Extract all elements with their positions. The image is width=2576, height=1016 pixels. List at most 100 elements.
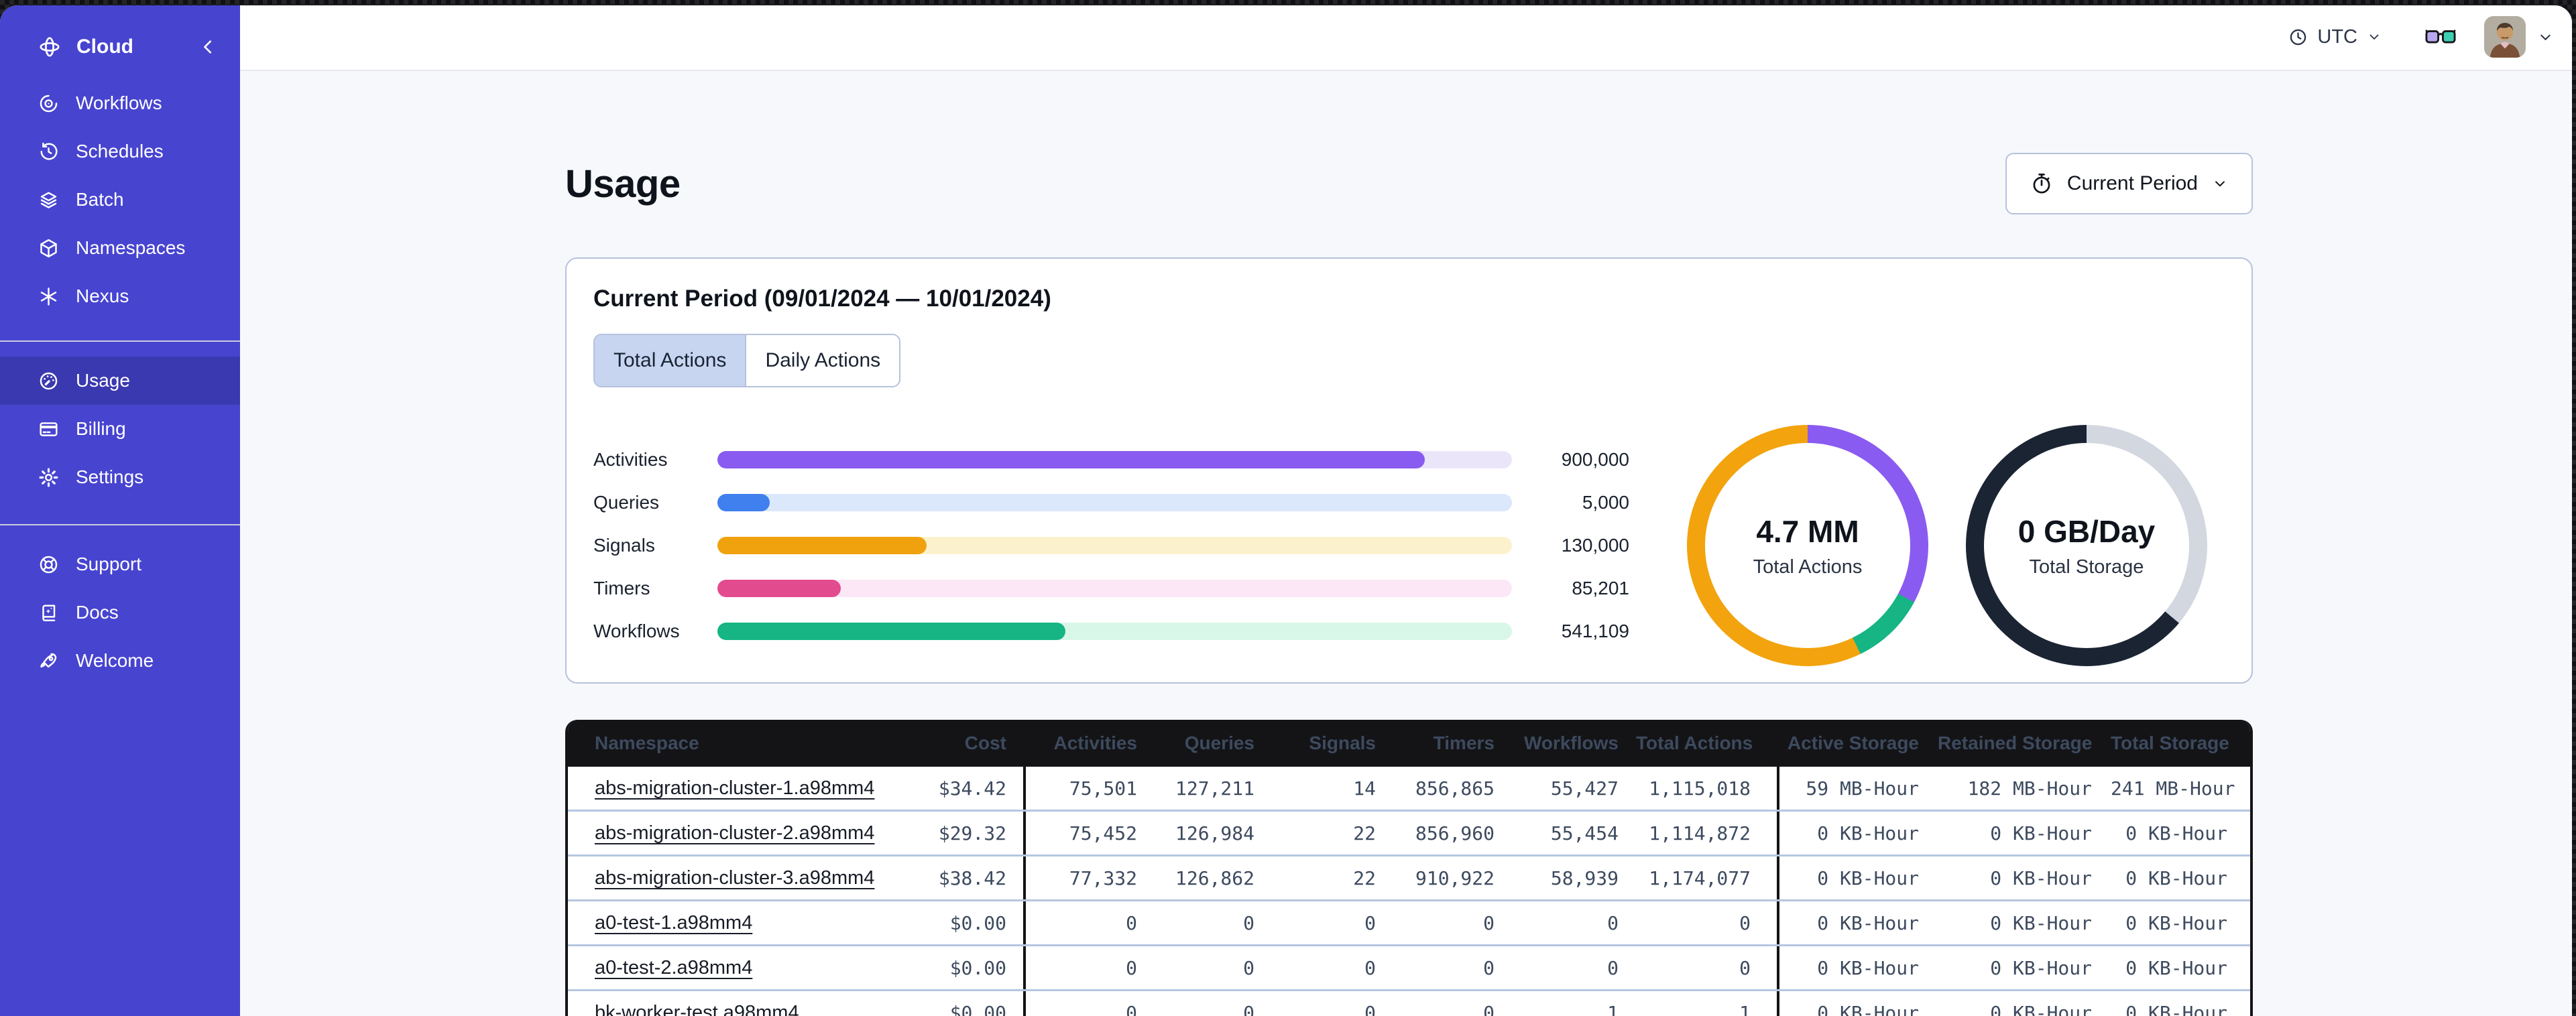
column-header-timers: Timers (1433, 733, 1495, 753)
batch-icon (38, 189, 60, 211)
cell-retained-storage: 182 MB-Hour (1967, 777, 2092, 800)
bar-label: Timers (593, 578, 650, 598)
bar-value: 900,000 (1561, 449, 1629, 470)
column-header-signals: Signals (1309, 733, 1376, 753)
cell-active-storage: 0 KB-Hour (1777, 812, 1938, 854)
sidebar-item-label: Welcome (76, 650, 154, 671)
sidebar-item-batch[interactable]: Batch (0, 176, 240, 224)
docs-icon (38, 602, 60, 624)
bar-value: 85,201 (1572, 578, 1629, 598)
user-menu-chevron-icon[interactable] (2536, 28, 2555, 46)
cell-activities: 0 (1023, 946, 1155, 989)
column-header-activities: Activities (1053, 733, 1138, 753)
cell-active-storage: 0 KB-Hour (1777, 901, 1938, 944)
cell-cost: $0.00 (949, 956, 1006, 979)
sidebar-item-welcome[interactable]: Welcome (0, 637, 240, 685)
sidebar-item-namespaces[interactable]: Namespaces (0, 224, 240, 272)
namespace-link[interactable]: abs-migration-cluster-1.a98mm4 (595, 777, 874, 799)
bar-value: 5,000 (1582, 492, 1629, 513)
bar-fill (717, 537, 927, 554)
avatar[interactable] (2484, 16, 2526, 58)
period-selector-label: Current Period (2066, 172, 2198, 194)
cell-timers: 0 (1483, 911, 1495, 934)
app-window: Cloud Workflows Schedules Batch Namespaces N… (0, 5, 2572, 1016)
usage-donut-charts: 4.7 MM Total Actions 0 GB/Day Total Storage (1687, 425, 2207, 666)
user-photo (2484, 16, 2526, 58)
tab-total-actions[interactable]: Total Actions (595, 335, 746, 386)
column-header-retained-storage: Retained Storage (1938, 733, 2093, 753)
bar-row-activities: Activities 900,000 (593, 438, 1629, 481)
namespace-link[interactable]: abs-migration-cluster-3.a98mm4 (595, 867, 874, 889)
sidebar-nav-account: Usage Billing Settings (0, 357, 240, 501)
sidebar-divider (0, 524, 240, 525)
cell-activities: 75,452 (1023, 812, 1155, 854)
cell-workflows: 55,427 (1550, 777, 1619, 800)
cell-retained-storage: 0 KB-Hour (1990, 911, 2092, 934)
cell-timers: 910,922 (1415, 867, 1495, 889)
sidebar-item-nexus[interactable]: Nexus (0, 272, 240, 320)
sidebar-item-settings[interactable]: Settings (0, 453, 240, 501)
cell-queries: 126,984 (1175, 822, 1254, 844)
sidebar-item-usage[interactable]: Usage (0, 357, 240, 405)
cell-activities: 0 (1023, 901, 1155, 944)
collapse-sidebar-icon[interactable] (196, 35, 220, 59)
sidebar-item-label: Namespaces (76, 237, 186, 258)
cell-queries: 0 (1243, 956, 1254, 979)
cell-total-storage: 241 MB-Hour (2111, 777, 2235, 800)
settings-icon (38, 466, 60, 489)
cell-namespace: abs-migration-cluster-1.a98mm4 (568, 777, 876, 800)
cell-queries: 0 (1243, 911, 1254, 934)
donut-total-actions: 4.7 MM Total Actions (1687, 425, 1928, 666)
sidebar-item-label: Batch (76, 189, 124, 210)
tab-daily-actions[interactable]: Daily Actions (745, 335, 900, 386)
billing-icon (38, 418, 60, 440)
sidebar-item-schedules[interactable]: Schedules (0, 127, 240, 176)
timezone-selector[interactable]: UTC (2288, 26, 2382, 48)
cell-total-actions: 1,114,872 (1649, 822, 1751, 844)
cell-signals: 22 (1353, 867, 1376, 889)
donut-value: 4.7 MM (1756, 513, 1859, 549)
sidebar-item-support[interactable]: Support (0, 540, 240, 588)
sidebar-item-label: Settings (76, 466, 144, 487)
cell-total-storage: 0 KB-Hour (2125, 911, 2227, 934)
sidebar-item-label: Nexus (76, 285, 129, 306)
sidebar-item-docs[interactable]: Docs (0, 588, 240, 637)
sidebar-item-billing[interactable]: Billing (0, 405, 240, 453)
sidebar-nav-main: Workflows Schedules Batch Namespaces Nexus (0, 79, 240, 320)
card-title: Current Period (09/01/2024 — 10/01/2024) (593, 285, 1051, 312)
sidebar-item-workflows[interactable]: Workflows (0, 79, 240, 127)
cell-active-storage: 0 KB-Hour (1777, 856, 1938, 899)
bar-row-timers: Timers 85,201 (593, 567, 1629, 610)
cell-timers: 0 (1483, 956, 1495, 979)
cell-total-actions: 0 (1739, 911, 1751, 934)
cell-activities: 77,332 (1023, 856, 1155, 899)
period-selector-button[interactable]: Current Period (2005, 153, 2253, 214)
namespace-link[interactable]: a0-test-2.a98mm4 (595, 957, 752, 978)
namespace-link[interactable]: bk-worker-test.a98mm4 (595, 1002, 799, 1016)
cell-workflows: 58,939 (1550, 867, 1619, 889)
cell-retained-storage: 0 KB-Hour (1990, 956, 2092, 979)
bar-track (717, 494, 1512, 511)
cell-total-actions: 1,174,077 (1649, 867, 1751, 889)
bar-track (717, 623, 1512, 640)
sidebar-item-label: Billing (76, 418, 126, 439)
cell-timers: 856,960 (1415, 822, 1495, 844)
welcome-icon (38, 650, 60, 672)
sidebar-item-label: Usage (76, 370, 130, 391)
cell-namespace: a0-test-1.a98mm4 (568, 911, 876, 934)
cell-active-storage: 59 MB-Hour (1777, 767, 1938, 810)
cell-namespace: abs-migration-cluster-2.a98mm4 (568, 822, 876, 844)
cell-namespace: a0-test-2.a98mm4 (568, 956, 876, 979)
cell-workflows: 0 (1607, 911, 1619, 934)
temporal-cloud-logo-icon (38, 35, 62, 59)
namespace-link[interactable]: a0-test-1.a98mm4 (595, 912, 752, 934)
cell-workflows: 1 (1607, 1001, 1619, 1016)
donut-total-storage: 0 GB/Day Total Storage (1966, 425, 2207, 666)
namespace-usage-table: Namespace Cost Activities Queries Signals Tim… (565, 720, 2253, 1016)
cell-total-actions: 0 (1739, 956, 1751, 979)
cell-namespace: bk-worker-test.a98mm4 (568, 1001, 876, 1016)
usage-bar-chart: Activities 900,000 Queries 5,000 Signals 130,… (593, 438, 1629, 653)
reader-mode-button[interactable] (2425, 25, 2456, 49)
namespace-link[interactable]: abs-migration-cluster-2.a98mm4 (595, 822, 874, 844)
cell-retained-storage: 0 KB-Hour (1990, 822, 2092, 844)
